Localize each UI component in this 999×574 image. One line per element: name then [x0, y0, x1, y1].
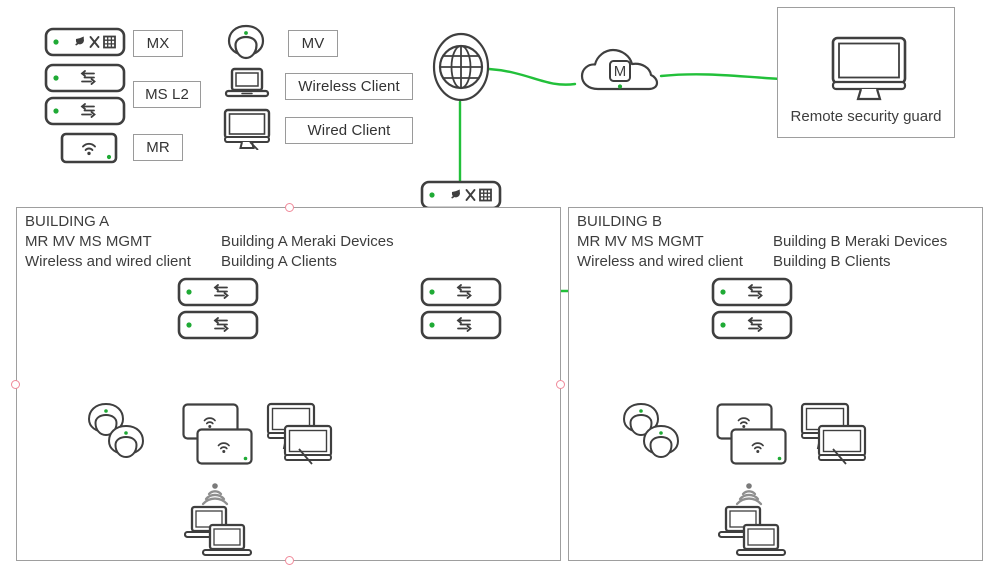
building-a-switch-top[interactable]	[177, 277, 259, 307]
building-a-line3-left: Wireless and wired client	[25, 253, 191, 270]
mr-access-point-stack-icon	[716, 403, 787, 465]
laptop-stack-icon	[718, 505, 787, 557]
building-b-camera-stack[interactable]	[619, 400, 689, 468]
building-a-line2-right: Building A Meraki Devices	[221, 233, 394, 250]
mv-camera-icon	[227, 24, 265, 60]
building-b-wired-client-stack[interactable]	[800, 402, 870, 468]
mr-access-point-stack-icon	[182, 403, 253, 465]
ms-switch-icon	[711, 310, 793, 340]
ms-switch-icon	[44, 63, 126, 93]
ms-switch-icon	[420, 310, 502, 340]
selection-handle-bottom[interactable]	[285, 556, 294, 565]
building-b-wireless-client-stack[interactable]	[718, 505, 788, 561]
selection-handle-right[interactable]	[556, 380, 565, 389]
mr-access-point-icon	[60, 132, 118, 164]
mv-camera-stack-icon	[87, 402, 145, 459]
legend-label-wireless-client: Wireless Client	[285, 73, 413, 100]
building-b-switch-top[interactable]	[711, 277, 793, 307]
remote-guard-monitor[interactable]	[829, 35, 909, 101]
link-globe-to-cloud	[487, 67, 577, 86]
building-b-line3-right: Building B Clients	[773, 253, 891, 270]
legend-label-ms-l2: MS L2	[133, 81, 201, 108]
building-a-ap-stack[interactable]	[182, 403, 254, 469]
mx-appliance-icon	[44, 27, 126, 57]
desktop-monitor-icon	[223, 108, 271, 150]
remote-security-guard-box[interactable]: Remote security guard	[777, 7, 955, 138]
core-switch-bottom[interactable]	[420, 310, 502, 340]
building-a-switch-bottom[interactable]	[177, 310, 259, 340]
legend-icon-mx-appliance[interactable]	[44, 27, 126, 57]
building-b-ap-stack[interactable]	[716, 403, 788, 469]
legend-icon-desktop-monitor[interactable]	[222, 108, 272, 150]
ms-switch-icon	[177, 277, 259, 307]
building-b-switch-bottom[interactable]	[711, 310, 793, 340]
desktop-monitor-icon	[831, 36, 907, 101]
legend-icon-laptop[interactable]	[224, 66, 270, 102]
ms-switch-icon	[177, 310, 259, 340]
desktop-monitor-stack-icon	[800, 402, 867, 465]
core-switch-top[interactable]	[420, 277, 502, 307]
meraki-cloud[interactable]: M	[578, 47, 662, 97]
building-a-wireless-client-stack[interactable]	[184, 505, 254, 561]
legend-label-mr: MR	[133, 134, 183, 161]
selection-handle-top[interactable]	[285, 203, 294, 212]
legend-icon-ms-switch-lower[interactable]	[44, 96, 126, 126]
building-a-title: BUILDING A	[25, 213, 110, 230]
laptop-stack-icon	[184, 505, 253, 557]
laptop-icon	[224, 67, 270, 98]
desktop-monitor-stack-icon	[266, 402, 333, 465]
ms-switch-icon	[420, 277, 502, 307]
legend-label-mv: MV	[288, 30, 338, 57]
selection-handle-left[interactable]	[11, 380, 20, 389]
meraki-cloud-letter: M	[614, 63, 627, 80]
network-diagram-canvas: MX MS L2 MR MV Wireless Client Wired Cli…	[0, 0, 999, 574]
building-a-line2-left: MR MV MS MGMT	[25, 233, 152, 250]
core-mx-appliance[interactable]	[420, 180, 502, 210]
building-a-camera-stack[interactable]	[84, 400, 154, 468]
legend-icon-mv-camera[interactable]	[222, 22, 270, 70]
legend-label-mx: MX	[133, 30, 183, 57]
building-b-line2-left: MR MV MS MGMT	[577, 233, 704, 250]
building-a-container[interactable]: BUILDING A MR MV MS MGMT Wireless and wi…	[16, 207, 561, 561]
meraki-cloud-icon: M	[580, 48, 659, 91]
building-b-line3-left: Wireless and wired client	[577, 253, 743, 270]
building-a-wired-client-stack[interactable]	[266, 402, 336, 468]
internet-globe[interactable]	[431, 32, 491, 104]
building-b-title: BUILDING B	[577, 213, 663, 230]
building-a-line3-right: Building A Clients	[221, 253, 337, 270]
legend-icon-mr-access-point[interactable]	[60, 132, 118, 164]
ms-switch-icon	[711, 277, 793, 307]
legend-label-wired-client: Wired Client	[285, 117, 413, 144]
building-b-line2-right: Building B Meraki Devices	[773, 233, 948, 250]
mv-camera-stack-icon	[622, 402, 680, 459]
ms-switch-icon	[44, 96, 126, 126]
mx-appliance-icon	[420, 180, 502, 210]
remote-guard-label: Remote security guard	[790, 108, 942, 125]
legend-icon-ms-switch-upper[interactable]	[44, 63, 126, 93]
globe-icon	[432, 32, 490, 102]
